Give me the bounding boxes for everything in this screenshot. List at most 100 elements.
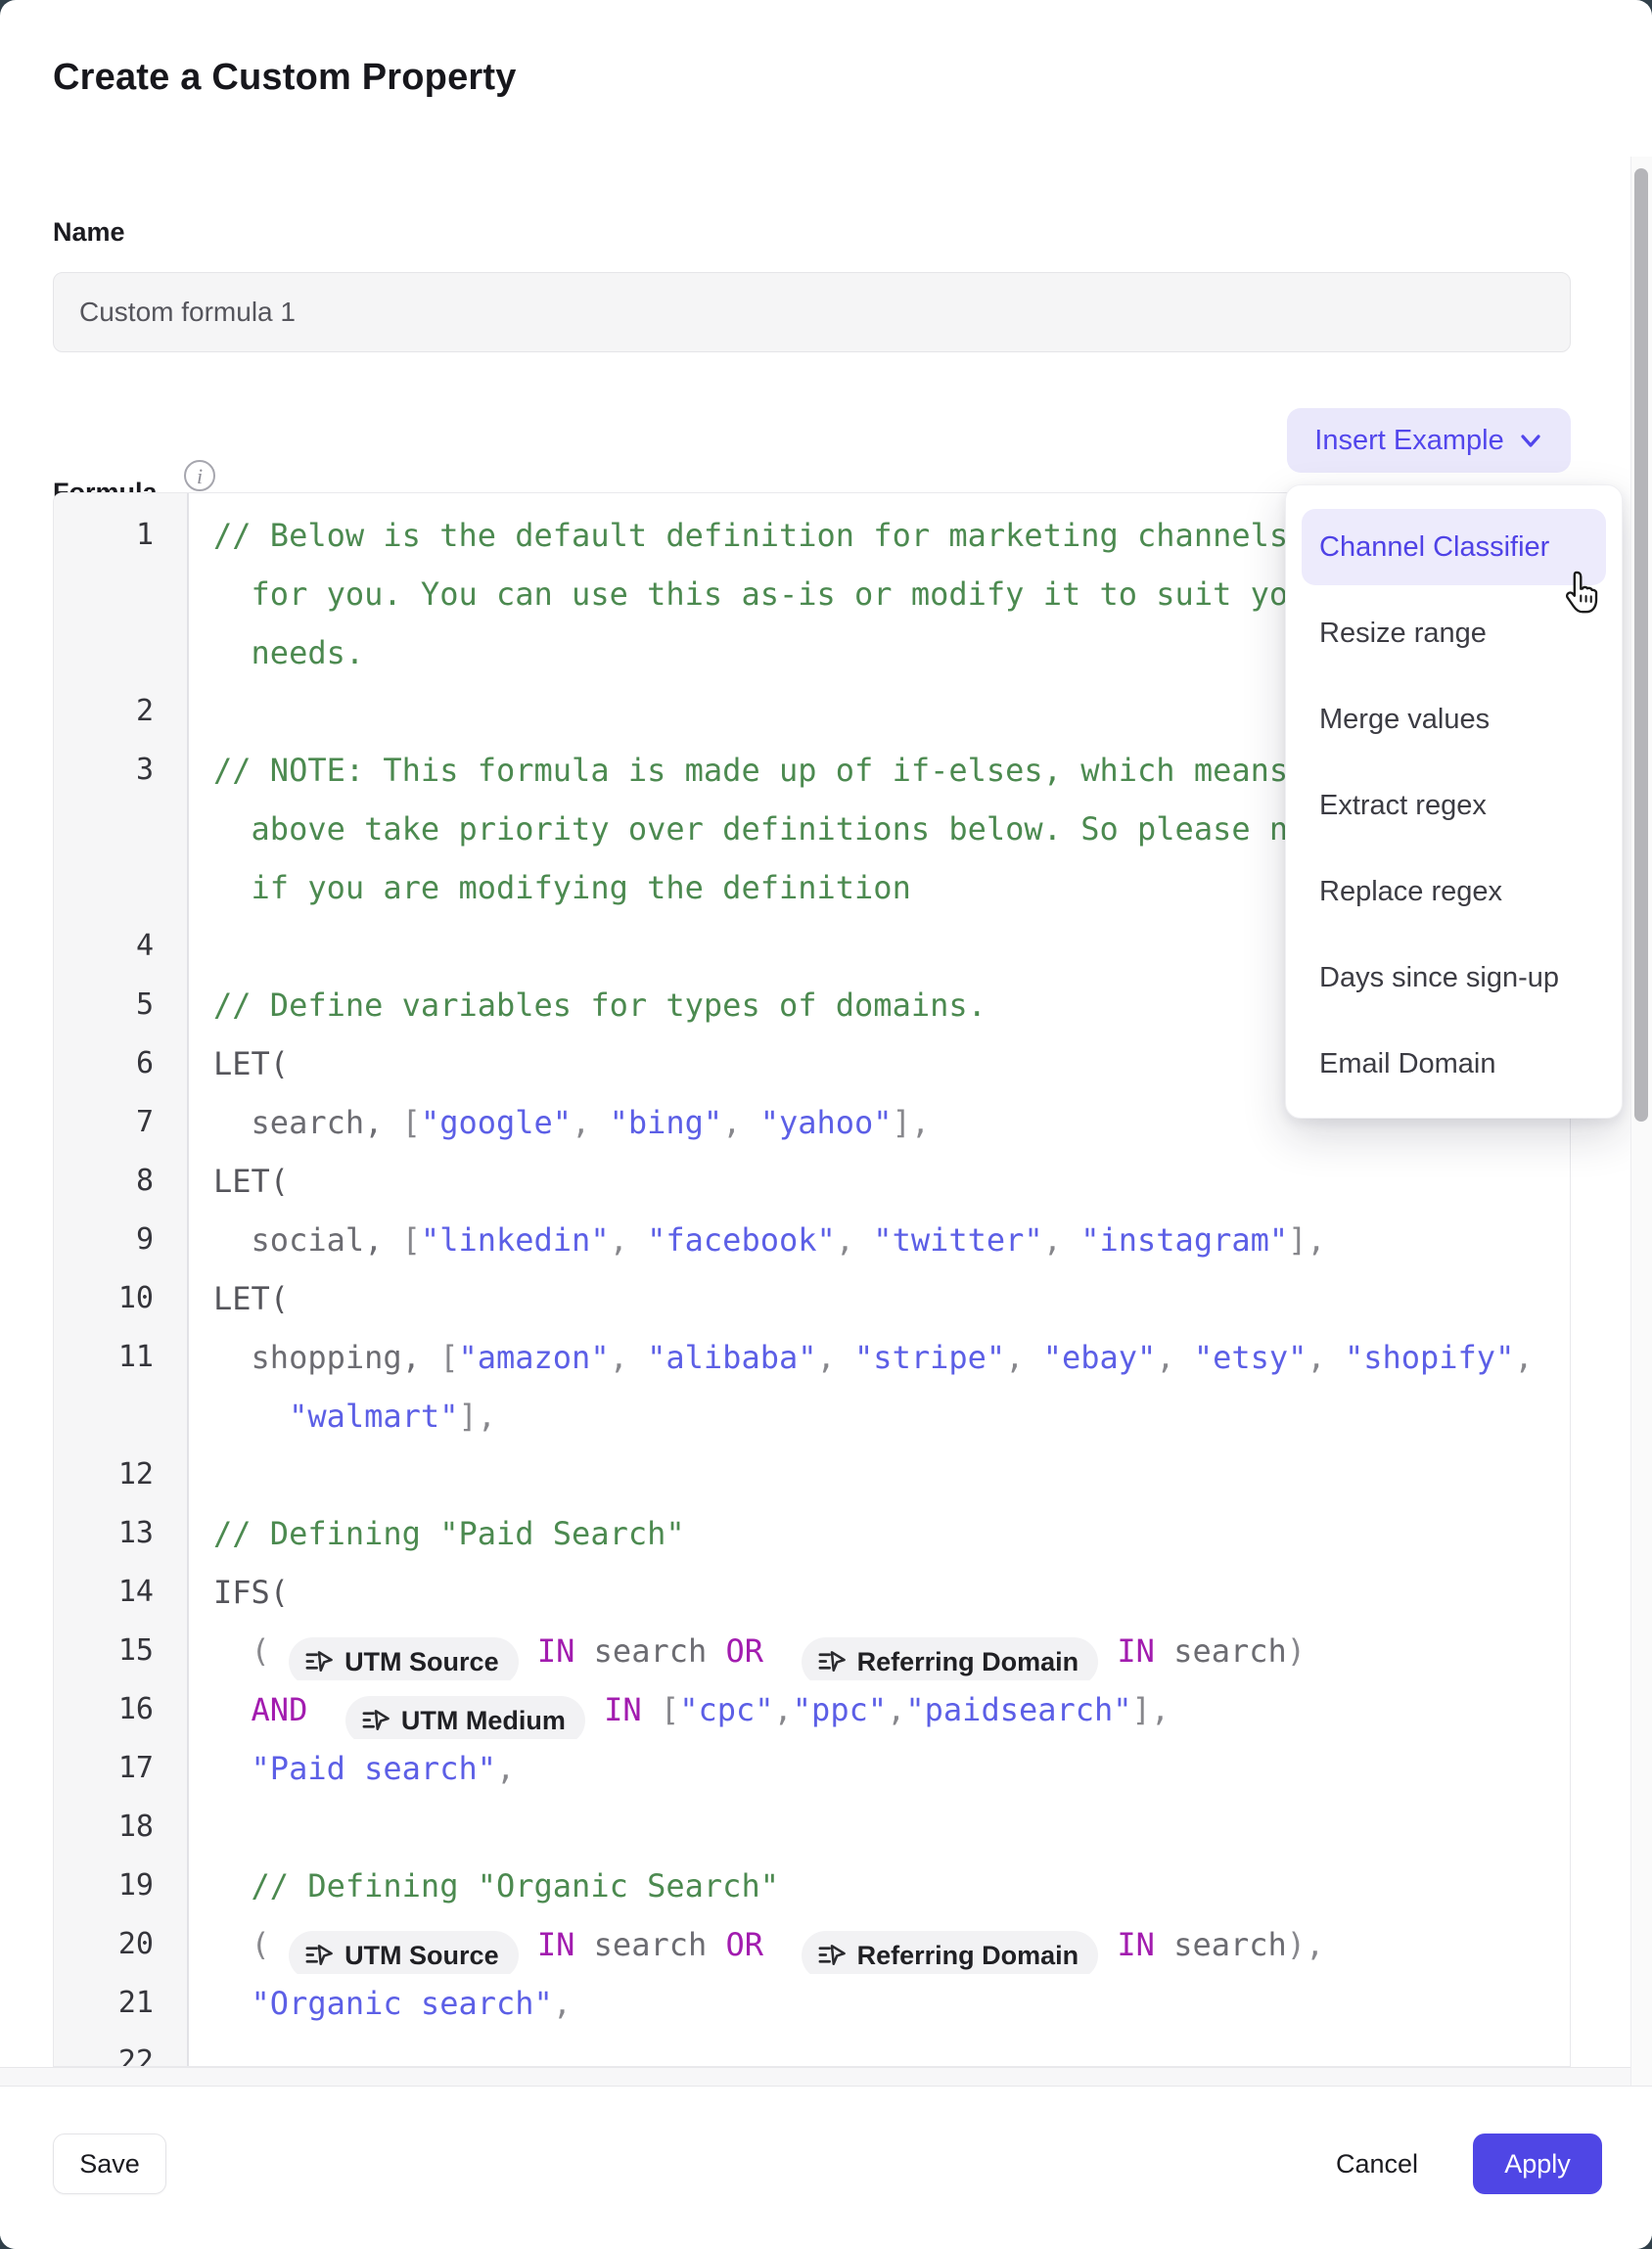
code-token: "twitter": [873, 1221, 1042, 1259]
code-token: ),: [1287, 1926, 1325, 1963]
line-number: 1: [54, 506, 189, 565]
code-token: OR: [726, 1632, 764, 1670]
code-token: IN: [519, 1926, 575, 1963]
code-token: ,: [817, 1339, 855, 1376]
code-token: needs.: [213, 634, 364, 671]
code-content: "walmart"],: [189, 1387, 1570, 1446]
code-token: IFS(: [213, 1574, 289, 1611]
code-token: ,: [553, 1985, 572, 2022]
code-token: LET(: [213, 1163, 289, 1200]
menu-item-days-since-sign-up[interactable]: Days since sign-up: [1302, 940, 1606, 1016]
code-token: [763, 1632, 802, 1670]
code-token: "alibaba": [647, 1339, 816, 1376]
property-chip-label: UTM Source: [344, 1931, 499, 1974]
code-token: search: [574, 1926, 725, 1963]
property-chip-utm-medium[interactable]: UTM Medium: [345, 1696, 585, 1739]
property-chip-label: UTM Source: [344, 1637, 499, 1680]
code-content: LET(: [189, 1269, 1570, 1328]
line-number: 6: [54, 1034, 189, 1093]
code-token: [: [439, 1339, 458, 1376]
code-token: search: [1155, 1632, 1287, 1670]
property-chip-label: UTM Medium: [401, 1696, 566, 1739]
code-token: ,: [1307, 1339, 1345, 1376]
scrollbar-thumb[interactable]: [1634, 168, 1648, 1122]
insert-example-button[interactable]: Insert Example: [1287, 408, 1571, 473]
code-line: 18: [54, 1798, 1570, 1857]
line-number: 11: [54, 1328, 189, 1387]
name-input[interactable]: [53, 272, 1571, 352]
menu-item-merge-values[interactable]: Merge values: [1302, 681, 1606, 757]
line-number: 14: [54, 1563, 189, 1622]
code-token: "Organic search": [213, 1985, 553, 2022]
menu-item-extract-regex[interactable]: Extract regex: [1302, 767, 1606, 844]
line-number: 3: [54, 741, 189, 800]
property-chip-referring-domain[interactable]: Referring Domain: [802, 1931, 1099, 1974]
code-line: 19 // Defining "Organic Search": [54, 1857, 1570, 1915]
line-number: 22: [54, 2033, 189, 2067]
line-number: 20: [54, 1915, 189, 1974]
code-token: ],: [1288, 1221, 1326, 1259]
code-token: [213, 1398, 289, 1435]
property-icon: [817, 1648, 847, 1675]
line-number: 19: [54, 1857, 189, 1915]
code-token: ,: [610, 1221, 648, 1259]
modal-scrollbar[interactable]: [1630, 157, 1652, 2086]
code-token: AND: [213, 1691, 307, 1728]
line-number: 2: [54, 682, 189, 741]
menu-item-channel-classifier[interactable]: Channel Classifier: [1302, 509, 1606, 585]
property-chip-utm-source[interactable]: UTM Source: [289, 1637, 519, 1680]
property-chip-utm-source[interactable]: UTM Source: [289, 1931, 519, 1974]
code-token: "cpc": [679, 1691, 773, 1728]
line-number: [54, 1387, 189, 1446]
apply-button[interactable]: Apply: [1473, 2134, 1602, 2194]
line-number: 21: [54, 1974, 189, 2033]
code-token: ],: [893, 1104, 931, 1141]
code-token: search,: [213, 1104, 402, 1141]
code-token: "facebook": [647, 1221, 836, 1259]
menu-item-resize-range[interactable]: Resize range: [1302, 595, 1606, 671]
save-button[interactable]: Save: [53, 2134, 166, 2194]
code-token: ,: [1156, 1339, 1194, 1376]
code-token: ,: [887, 1691, 905, 1728]
code-token: "stripe": [854, 1339, 1005, 1376]
code-content: [189, 1446, 1570, 1504]
code-token: IN: [585, 1691, 642, 1728]
code-token: ],: [1132, 1691, 1170, 1728]
property-icon: [304, 1648, 334, 1675]
line-number: [54, 858, 189, 917]
code-token: // Define variables for types of domains…: [213, 987, 987, 1024]
code-content: "Paid search",: [189, 1739, 1570, 1798]
code-token: LET(: [213, 1280, 289, 1317]
line-number: 18: [54, 1798, 189, 1857]
code-token: ,: [1043, 1221, 1081, 1259]
code-token: "Paid search": [213, 1750, 496, 1787]
code-content: // Defining "Organic Search": [189, 1857, 1570, 1915]
line-number: 17: [54, 1739, 189, 1798]
code-token: ,: [572, 1104, 610, 1141]
code-token: ,: [774, 1691, 793, 1728]
code-line: 12: [54, 1446, 1570, 1504]
code-line: 15 ( UTM Source IN search OR Referring D…: [54, 1622, 1570, 1680]
menu-item-email-domain[interactable]: Email Domain: [1302, 1026, 1606, 1102]
dialog-footer: Save Cancel Apply: [0, 2086, 1652, 2249]
property-icon: [361, 1707, 390, 1734]
code-token: LET(: [213, 1045, 289, 1082]
code-line: 8LET(: [54, 1152, 1570, 1211]
property-chip-referring-domain[interactable]: Referring Domain: [802, 1637, 1099, 1680]
code-token: ,: [836, 1221, 874, 1259]
code-content: LET(: [189, 1152, 1570, 1211]
code-token: search: [574, 1632, 725, 1670]
code-token: "walmart": [289, 1398, 458, 1435]
cancel-button[interactable]: Cancel: [1319, 2134, 1435, 2194]
editor-bottom-strip: [0, 2067, 1652, 2087]
code-line: 21 "Organic search",: [54, 1974, 1570, 2033]
code-token: [: [402, 1221, 421, 1259]
code-token: for you. You can use this as-is or modif…: [213, 575, 1326, 613]
property-chip-label: Referring Domain: [857, 1637, 1079, 1680]
line-number: 10: [54, 1269, 189, 1328]
name-label: Name: [53, 217, 125, 248]
menu-item-replace-regex[interactable]: Replace regex: [1302, 853, 1606, 930]
code-content: shopping, ["amazon", "alibaba", "stripe"…: [189, 1328, 1570, 1387]
code-token: ,: [722, 1104, 760, 1141]
code-token: "instagram": [1080, 1221, 1288, 1259]
